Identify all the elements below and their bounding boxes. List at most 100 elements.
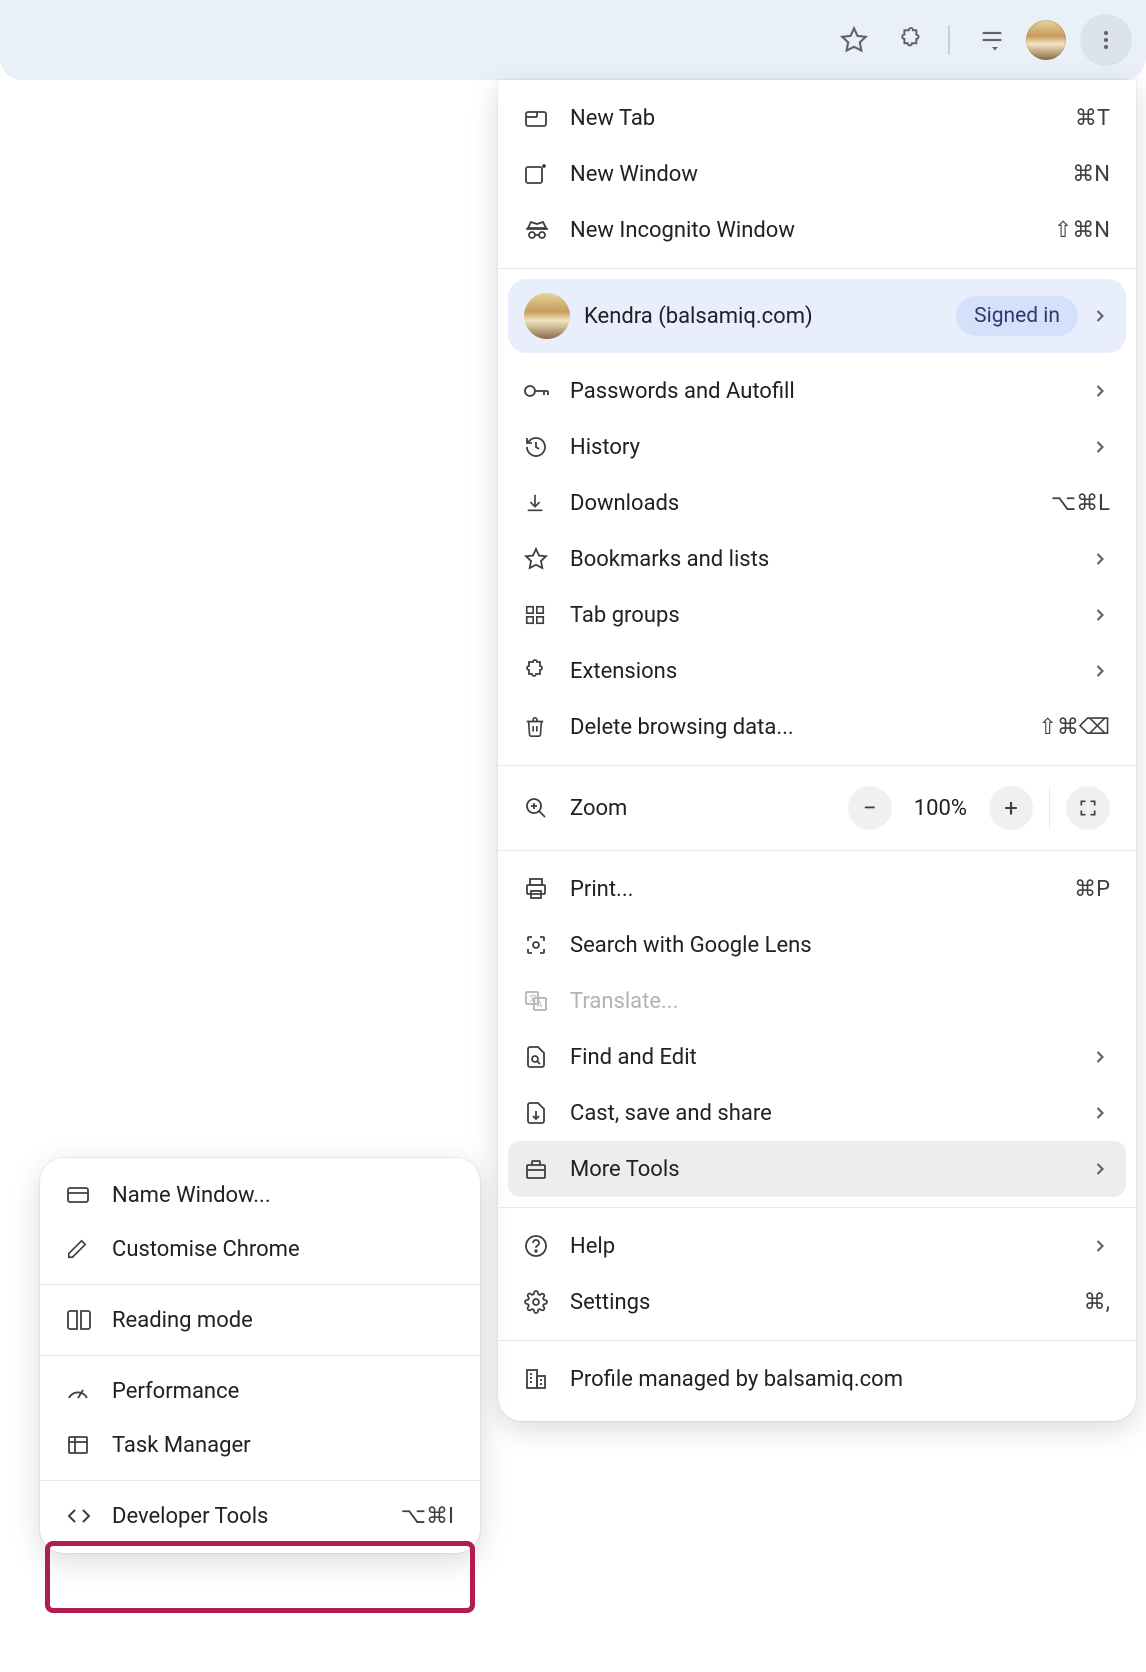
menu-divider — [498, 1340, 1136, 1341]
menu-item-shortcut: ⌘, — [1084, 1290, 1110, 1315]
profile-avatar-small — [524, 293, 570, 339]
save-icon — [524, 1101, 570, 1125]
tab-icon — [524, 108, 570, 128]
zoom-label: Zoom — [570, 796, 848, 821]
zoom-out-button[interactable]: − — [848, 786, 892, 830]
download-icon — [524, 492, 570, 514]
menu-item-label: New Tab — [570, 106, 1075, 131]
chevron-right-icon — [1090, 1236, 1110, 1256]
chevron-right-icon — [1090, 549, 1110, 569]
submenu-name-window[interactable]: Name Window... — [50, 1168, 470, 1222]
find-icon — [524, 1045, 570, 1069]
submenu-reading-mode[interactable]: Reading mode — [50, 1293, 470, 1347]
reading-list-icon[interactable] — [966, 14, 1018, 66]
menu-item-label: New Incognito Window — [570, 218, 1054, 243]
submenu-task-manager[interactable]: Task Manager — [50, 1418, 470, 1472]
gauge-icon — [66, 1381, 112, 1401]
building-icon — [524, 1368, 570, 1390]
submenu-item-label: Task Manager — [112, 1433, 454, 1458]
chevron-right-icon — [1090, 1103, 1110, 1123]
submenu-item-label: Reading mode — [112, 1308, 454, 1333]
menu-tab-groups[interactable]: Tab groups — [508, 587, 1126, 643]
menu-item-label: Passwords and Autofill — [570, 379, 1090, 404]
chevron-right-icon — [1090, 437, 1110, 457]
print-icon — [524, 877, 570, 901]
star-outline-icon — [524, 547, 570, 571]
fullscreen-button[interactable] — [1066, 786, 1110, 830]
menu-item-label: Translate... — [570, 989, 1110, 1014]
submenu-item-shortcut: ⌥⌘I — [401, 1504, 454, 1529]
more-tools-submenu: Name Window... Customise Chrome Reading … — [40, 1158, 480, 1553]
submenu-item-label: Performance — [112, 1379, 454, 1404]
menu-item-label: Settings — [570, 1290, 1084, 1315]
menu-item-label: Cast, save and share — [570, 1101, 1090, 1126]
menu-item-shortcut: ⇧⌘N — [1054, 218, 1110, 243]
submenu-item-label: Developer Tools — [112, 1504, 401, 1529]
pencil-icon — [66, 1238, 112, 1260]
toolbox-icon — [524, 1158, 570, 1180]
signed-in-badge: Signed in — [956, 296, 1078, 336]
menu-delete-browsing-data[interactable]: Delete browsing data... ⇧⌘⌫ — [508, 699, 1126, 755]
menu-new-tab[interactable]: New Tab ⌘T — [508, 90, 1126, 146]
gear-icon — [524, 1290, 570, 1314]
chevron-right-icon — [1090, 1047, 1110, 1067]
grid-icon — [524, 604, 570, 626]
menu-new-incognito[interactable]: New Incognito Window ⇧⌘N — [508, 202, 1126, 258]
menu-passwords[interactable]: Passwords and Autofill — [508, 363, 1126, 419]
menu-item-label: More Tools — [570, 1157, 1090, 1182]
menu-profile[interactable]: Kendra (balsamiq.com) Signed in — [508, 279, 1126, 353]
chevron-right-icon — [1090, 381, 1110, 401]
lens-icon — [524, 933, 570, 957]
menu-print[interactable]: Print... ⌘P — [508, 861, 1126, 917]
star-icon[interactable] — [828, 14, 880, 66]
menu-divider — [498, 268, 1136, 269]
menu-cast-save-share[interactable]: Cast, save and share — [508, 1085, 1126, 1141]
menu-new-window[interactable]: New Window ⌘N — [508, 146, 1126, 202]
menu-settings[interactable]: Settings ⌘, — [508, 1274, 1126, 1330]
submenu-divider — [40, 1284, 480, 1285]
menu-item-label: Profile managed by balsamiq.com — [570, 1367, 1110, 1392]
menu-item-label: History — [570, 435, 1090, 460]
menu-divider — [498, 765, 1136, 766]
menu-help[interactable]: Help — [508, 1218, 1126, 1274]
menu-item-shortcut: ⌥⌘L — [1051, 491, 1110, 516]
submenu-customise-chrome[interactable]: Customise Chrome — [50, 1222, 470, 1276]
help-icon — [524, 1234, 570, 1258]
separator — [948, 25, 950, 55]
history-icon — [524, 435, 570, 459]
menu-item-label: Help — [570, 1234, 1090, 1259]
menu-managed-profile[interactable]: Profile managed by balsamiq.com — [508, 1351, 1126, 1407]
more-menu-button[interactable] — [1080, 14, 1132, 66]
extensions-icon[interactable] — [886, 14, 938, 66]
menu-item-shortcut: ⇧⌘⌫ — [1038, 715, 1110, 740]
menu-more-tools[interactable]: More Tools — [508, 1141, 1126, 1197]
menu-history[interactable]: History — [508, 419, 1126, 475]
zoom-value: 100% — [914, 796, 967, 821]
menu-item-label: New Window — [570, 162, 1072, 187]
chevron-right-icon — [1090, 1159, 1110, 1179]
menu-item-label: Extensions — [570, 659, 1090, 684]
submenu-item-label: Customise Chrome — [112, 1237, 454, 1262]
window-icon — [66, 1185, 112, 1205]
chevron-right-icon — [1090, 661, 1110, 681]
zoom-icon — [524, 796, 570, 820]
menu-item-label: Find and Edit — [570, 1045, 1090, 1070]
submenu-performance[interactable]: Performance — [50, 1364, 470, 1418]
menu-extensions[interactable]: Extensions — [508, 643, 1126, 699]
menu-translate: 文A Translate... — [508, 973, 1126, 1029]
menu-downloads[interactable]: Downloads ⌥⌘L — [508, 475, 1126, 531]
trash-icon — [524, 715, 570, 739]
translate-icon: 文A — [524, 989, 570, 1013]
menu-item-shortcut: ⌘P — [1074, 877, 1110, 902]
zoom-in-button[interactable]: + — [989, 786, 1033, 830]
profile-avatar[interactable] — [1026, 20, 1066, 60]
menu-item-shortcut: ⌘N — [1072, 162, 1110, 187]
menu-google-lens[interactable]: Search with Google Lens — [508, 917, 1126, 973]
extension-icon — [524, 659, 570, 683]
submenu-developer-tools[interactable]: Developer Tools ⌥⌘I — [50, 1489, 470, 1543]
svg-text:A: A — [537, 1000, 543, 1009]
separator — [1049, 786, 1050, 830]
menu-bookmarks[interactable]: Bookmarks and lists — [508, 531, 1126, 587]
menu-find-edit[interactable]: Find and Edit — [508, 1029, 1126, 1085]
submenu-divider — [40, 1355, 480, 1356]
